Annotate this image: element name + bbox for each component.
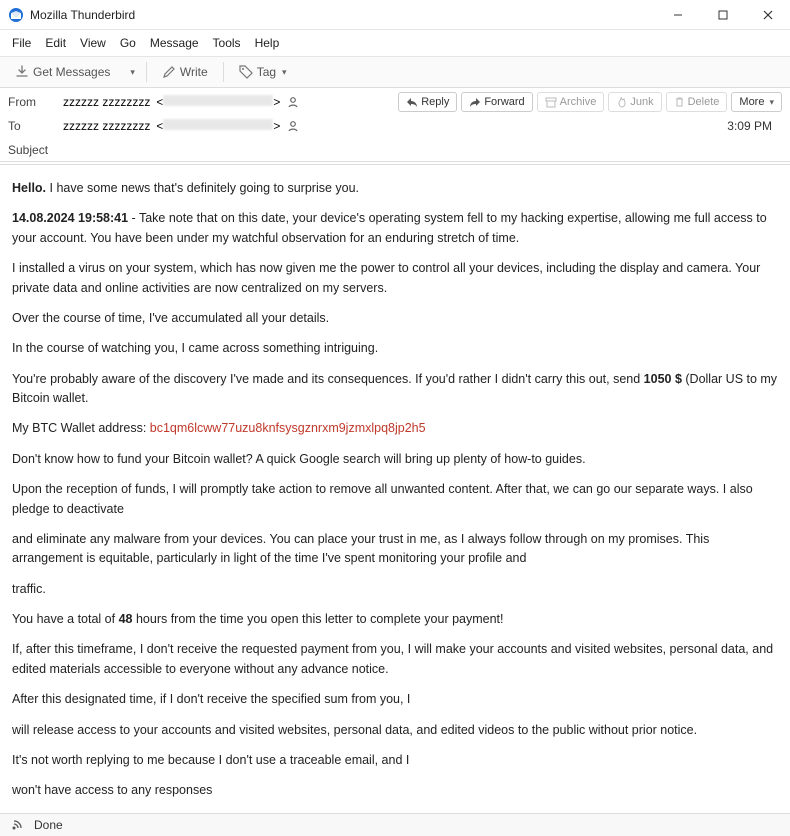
btc-address: bc1qm6lcww77uzu8knfsysgznrxm9jzmxlpq8jp2… — [150, 421, 426, 435]
more-button[interactable]: More ▾ — [731, 92, 782, 112]
separator — [223, 62, 224, 82]
message-body: Hello. I have some news that's definitel… — [0, 165, 790, 813]
tag-button[interactable]: Tag ▾ — [230, 61, 296, 83]
tag-icon — [239, 65, 253, 79]
get-messages-dropdown[interactable]: ▾ — [123, 63, 140, 82]
body-text: and eliminate any malware from your devi… — [12, 530, 778, 569]
body-text: Don't know how to fund your Bitcoin wall… — [12, 450, 778, 469]
download-icon — [15, 65, 29, 79]
write-button[interactable]: Write — [153, 61, 217, 83]
forward-label: Forward — [484, 96, 524, 108]
menu-edit[interactable]: Edit — [39, 34, 72, 52]
app-window: Mozilla Thunderbird File Edit View Go Me… — [0, 0, 790, 836]
online-status-icon[interactable] — [10, 818, 24, 832]
from-label: From — [8, 95, 63, 109]
delete-label: Delete — [688, 96, 720, 108]
body-text: Hello. — [12, 181, 46, 195]
delete-button[interactable]: Delete — [666, 92, 728, 112]
menu-help[interactable]: Help — [249, 34, 286, 52]
flame-icon — [616, 96, 627, 108]
message-actions: Reply Forward Archive Junk Delete — [398, 92, 782, 112]
body-text: You're probably aware of the discovery I… — [12, 372, 644, 386]
forward-button[interactable]: Forward — [461, 92, 532, 112]
body-text: won't have access to any responses — [12, 781, 778, 800]
reply-label: Reply — [421, 96, 449, 108]
body-text: hours from the time you open this letter… — [132, 612, 503, 626]
maximize-button[interactable] — [700, 0, 745, 29]
junk-label: Junk — [630, 96, 653, 108]
menu-tools[interactable]: Tools — [207, 34, 247, 52]
from-address: <> — [156, 95, 280, 109]
archive-button[interactable]: Archive — [537, 92, 605, 112]
subject-label: Subject — [8, 143, 63, 157]
body-text: It's not worth replying to me because I … — [12, 751, 778, 770]
more-label: More — [739, 96, 764, 108]
archive-label: Archive — [560, 96, 597, 108]
get-messages-button[interactable]: Get Messages — [6, 61, 119, 83]
chevron-down-icon: ▾ — [769, 97, 774, 108]
chevron-down-icon: ▾ — [130, 67, 135, 78]
title-bar: Mozilla Thunderbird — [0, 0, 790, 30]
write-label: Write — [180, 65, 208, 79]
minimize-button[interactable] — [655, 0, 700, 29]
chevron-down-icon: ▾ — [282, 67, 287, 78]
to-address: <> — [156, 119, 280, 133]
trash-icon — [674, 96, 685, 108]
body-text: I installed a virus on your system, whic… — [12, 259, 778, 298]
close-button[interactable] — [745, 0, 790, 29]
body-text: In the course of watching you, I came ac… — [12, 339, 778, 358]
body-text: 1050 $ — [644, 372, 682, 386]
menu-message[interactable]: Message — [144, 34, 205, 52]
body-text: Over the course of time, I've accumulate… — [12, 309, 778, 328]
body-text: will release access to your accounts and… — [12, 721, 778, 740]
status-text: Done — [34, 818, 63, 832]
separator — [146, 62, 147, 82]
reply-button[interactable]: Reply — [398, 92, 457, 112]
to-name: zzzzzz zzzzzzzz — [63, 119, 150, 133]
body-text: My BTC Wallet address: — [12, 421, 150, 435]
to-label: To — [8, 119, 63, 133]
archive-icon — [545, 97, 557, 108]
tag-label: Tag — [257, 65, 276, 79]
menu-bar: File Edit View Go Message Tools Help — [0, 30, 790, 57]
message-headers: From zzzzzz zzzzzzzz <> Reply Forward Ar… — [0, 88, 790, 165]
contact-icon[interactable] — [286, 95, 300, 109]
body-text: traffic. — [12, 580, 778, 599]
forward-icon — [469, 97, 481, 108]
body-text: If, after this timeframe, I don't receiv… — [12, 640, 778, 679]
menu-view[interactable]: View — [74, 34, 112, 52]
message-time: 3:09 PM — [727, 119, 782, 133]
menu-file[interactable]: File — [6, 34, 37, 52]
body-text: After this designated time, if I don't r… — [12, 690, 778, 709]
pencil-icon — [162, 65, 176, 79]
toolbar: Get Messages ▾ Write Tag ▾ — [0, 57, 790, 88]
body-text: 48 — [119, 612, 133, 626]
body-text: I have some news that's definitely going… — [46, 181, 359, 195]
status-bar: Done — [0, 813, 790, 836]
body-text: Upon the reception of funds, I will prom… — [12, 480, 778, 519]
body-text: You have a total of — [12, 612, 119, 626]
contact-icon[interactable] — [286, 119, 300, 133]
from-name: zzzzzz zzzzzzzz — [63, 95, 150, 109]
body-text: 14.08.2024 19:58:41 — [12, 211, 128, 225]
junk-button[interactable]: Junk — [608, 92, 661, 112]
reply-icon — [406, 97, 418, 108]
window-title: Mozilla Thunderbird — [30, 8, 655, 22]
get-messages-label: Get Messages — [33, 65, 110, 79]
menu-go[interactable]: Go — [114, 34, 142, 52]
thunderbird-icon — [8, 7, 24, 23]
